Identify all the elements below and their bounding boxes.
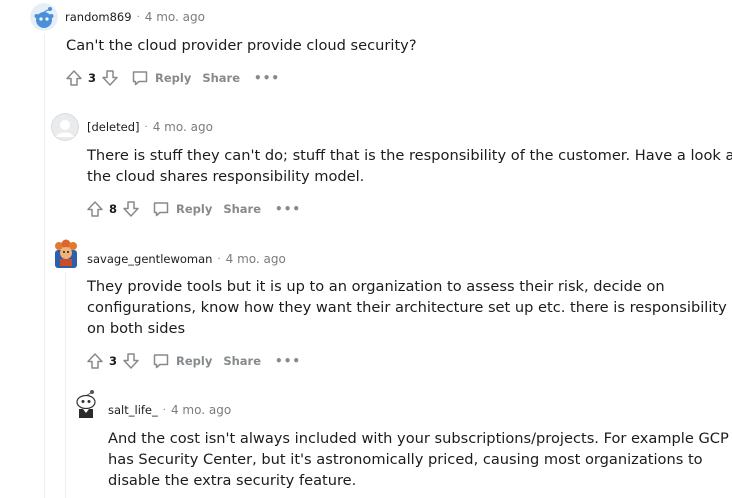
vote-score: 8: [108, 202, 117, 216]
custom-avatar-icon: [55, 239, 77, 268]
comment-body: There is stuff they can't do; stuff that…: [87, 145, 732, 187]
comment-meta: savage_gentlewoman · 4 mo. ago: [87, 249, 286, 269]
comment-body-line: And the cost isn't always included with …: [108, 430, 729, 447]
comment-body-line: the cloud shares responsibility model.: [87, 168, 365, 185]
avatar[interactable]: [51, 238, 81, 270]
comment-body: And the cost isn't always included with …: [108, 428, 729, 491]
avatar[interactable]: [72, 389, 100, 421]
comment-body-line: There is stuff they can't do; stuff that…: [87, 147, 732, 164]
deleted-user-avatar-icon: [51, 113, 79, 141]
reply-icon: [153, 354, 169, 369]
upvote-icon: [87, 353, 103, 369]
reply-button[interactable]: Reply: [131, 69, 191, 87]
comment-author[interactable]: random869: [65, 10, 132, 24]
comment-body-line: configurations, know how they want their…: [87, 299, 727, 316]
avatar[interactable]: [30, 3, 58, 31]
comment-body: They provide tools but it is up to an or…: [87, 276, 727, 339]
more-options-button[interactable]: •••: [275, 202, 301, 216]
comment-timestamp[interactable]: 4 mo. ago: [145, 10, 205, 24]
share-button[interactable]: Share: [202, 71, 240, 85]
meta-separator: ·: [162, 404, 166, 416]
downvote-button[interactable]: [99, 67, 121, 89]
avatar[interactable]: [51, 113, 79, 141]
vote-score: 3: [87, 71, 96, 85]
reply-button[interactable]: Reply: [152, 200, 212, 218]
downvote-button[interactable]: [120, 198, 142, 220]
more-options-button[interactable]: •••: [254, 71, 280, 85]
comment-body-line: has Security Center, but it's astronomic…: [108, 451, 703, 468]
comment-author[interactable]: [deleted]: [87, 120, 140, 134]
more-options-button[interactable]: •••: [275, 354, 301, 368]
comment-body-line: Can't the cloud provider provide cloud s…: [66, 37, 417, 54]
share-button[interactable]: Share: [223, 202, 261, 216]
comment-timestamp[interactable]: 4 mo. ago: [171, 403, 231, 417]
comment-timestamp[interactable]: 4 mo. ago: [226, 252, 286, 266]
reply-label: Reply: [155, 71, 192, 85]
comment-timestamp[interactable]: 4 mo. ago: [153, 120, 213, 134]
thread-line[interactable]: [65, 272, 66, 498]
meta-separator: ·: [144, 121, 148, 133]
comment-meta: salt_life_ · 4 mo. ago: [108, 400, 231, 420]
downvote-button[interactable]: [120, 350, 142, 372]
snoo-avatar-icon: [30, 3, 58, 31]
downvote-icon: [123, 353, 139, 369]
snoo-avatar-icon: [76, 390, 96, 418]
comment-author[interactable]: savage_gentlewoman: [87, 252, 212, 266]
meta-separator: ·: [136, 11, 140, 23]
comment-body-line: on both sides: [87, 320, 186, 337]
upvote-icon: [66, 70, 82, 86]
upvote-button[interactable]: [63, 67, 85, 89]
upvote-button[interactable]: [84, 198, 106, 220]
reply-icon: [153, 202, 169, 217]
comment-body-line: disable the extra security feature.: [108, 472, 357, 489]
downvote-icon: [123, 201, 139, 217]
upvote-button[interactable]: [84, 350, 106, 372]
thread-line[interactable]: [44, 34, 45, 498]
reply-label: Reply: [176, 202, 213, 216]
comment-actions: 8 Reply Share •••: [84, 197, 301, 221]
comment-author[interactable]: salt_life_: [108, 403, 158, 417]
downvote-icon: [102, 70, 118, 86]
reply-button[interactable]: Reply: [152, 352, 212, 370]
comment-actions: 3 Reply Share •••: [63, 66, 280, 90]
comment-body-line: They provide tools but it is up to an or…: [87, 278, 665, 295]
comment-meta: [deleted] · 4 mo. ago: [87, 117, 213, 137]
share-button[interactable]: Share: [223, 354, 261, 368]
comment-body: Can't the cloud provider provide cloud s…: [66, 35, 417, 56]
reply-icon: [132, 71, 148, 86]
upvote-icon: [87, 201, 103, 217]
reply-label: Reply: [176, 354, 213, 368]
vote-score: 3: [108, 354, 117, 368]
meta-separator: ·: [217, 253, 221, 265]
comment-meta: random869 · 4 mo. ago: [65, 7, 205, 27]
comment-actions: 3 Reply Share •••: [84, 349, 301, 373]
